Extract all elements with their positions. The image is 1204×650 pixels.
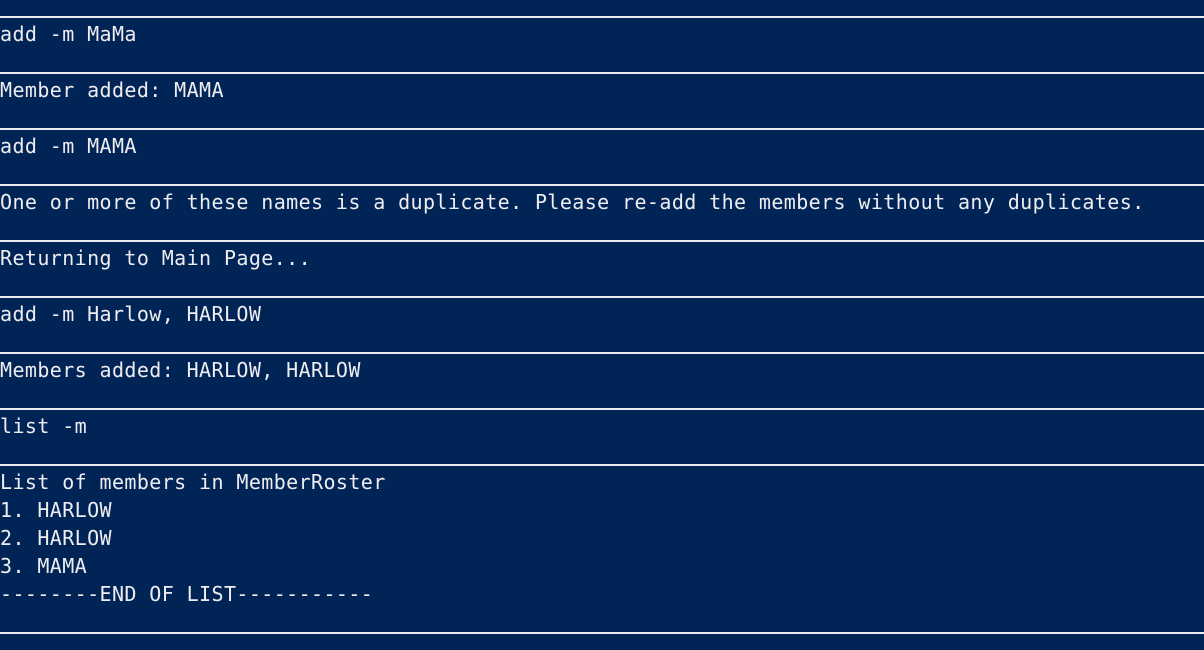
error-message-line: One or more of these names is a duplicat… [0, 190, 1145, 214]
separator-line [0, 296, 1204, 298]
command-input-line: add -m MaMa [0, 22, 137, 46]
separator-line [0, 128, 1204, 130]
terminal-window[interactable]: add -m MaMa Member added: MAMA add -m MA… [0, 0, 1204, 650]
separator-line [0, 16, 1204, 18]
output-line: Returning to Main Page... [0, 246, 312, 270]
list-item: 3. MAMA [0, 554, 88, 578]
command-input-line: list -m [0, 414, 88, 438]
separator-line [0, 408, 1204, 410]
output-line: Members added: HARLOW, HARLOW [0, 358, 361, 382]
separator-line [0, 632, 1204, 634]
command-input-line: add -m Harlow, HARLOW [0, 302, 262, 326]
separator-line [0, 184, 1204, 186]
list-item: 2. HARLOW [0, 526, 112, 550]
separator-line [0, 72, 1204, 74]
separator-line [0, 240, 1204, 242]
list-item: 1. HARLOW [0, 498, 112, 522]
separator-line [0, 464, 1204, 466]
output-line: Member added: MAMA [0, 78, 224, 102]
list-heading: List of members in MemberRoster [0, 470, 386, 494]
separator-line [0, 352, 1204, 354]
list-end-marker: --------END OF LIST----------- [0, 582, 374, 606]
command-input-line: add -m MAMA [0, 134, 137, 158]
